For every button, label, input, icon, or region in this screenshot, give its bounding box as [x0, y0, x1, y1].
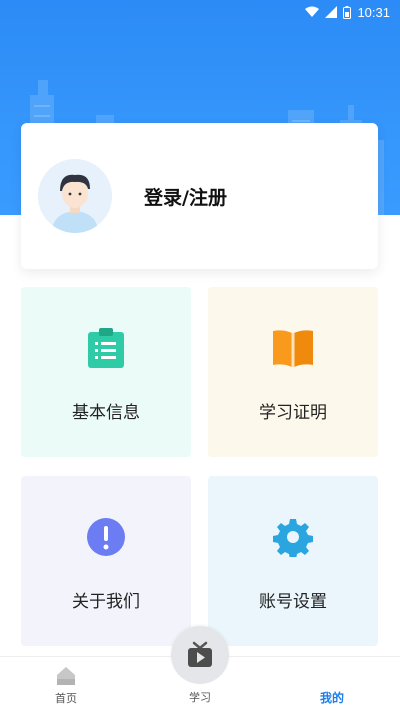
clipboard-icon	[82, 324, 130, 372]
gear-icon	[269, 513, 317, 561]
login-register-link[interactable]: 登录/注册	[144, 183, 227, 210]
home-icon	[57, 667, 75, 685]
tile-study-certificate[interactable]: 学习证明	[208, 287, 378, 457]
book-icon	[269, 324, 317, 372]
tile-label: 学习证明	[259, 403, 327, 423]
wifi-icon	[305, 6, 320, 17]
user-avatar-icon	[38, 159, 112, 233]
battery-icon	[343, 5, 352, 19]
nav-study-label: 学习	[189, 691, 211, 704]
status-bar: 10:31	[0, 0, 400, 24]
tile-about-us[interactable]: 关于我们	[21, 476, 191, 646]
tile-label: 基本信息	[72, 403, 140, 423]
tile-account-settings[interactable]: 账号设置	[208, 476, 378, 646]
nav-mine-label: 我的	[319, 691, 344, 705]
status-time: 10:31	[357, 4, 390, 20]
login-card[interactable]: 登录/注册	[21, 123, 378, 269]
nav-mine[interactable]: 我的	[282, 657, 382, 710]
nav-study[interactable]	[171, 626, 229, 684]
signal-icon	[325, 6, 338, 18]
tile-label: 关于我们	[72, 592, 140, 612]
avatar[interactable]	[38, 159, 112, 233]
nav-home-label: 首页	[55, 692, 77, 705]
info-exclamation-icon	[82, 513, 130, 561]
tile-label: 账号设置	[259, 592, 327, 612]
nav-home[interactable]: 首页	[16, 657, 116, 710]
tile-basic-info[interactable]: 基本信息	[21, 287, 191, 457]
tv-play-icon	[188, 641, 212, 667]
